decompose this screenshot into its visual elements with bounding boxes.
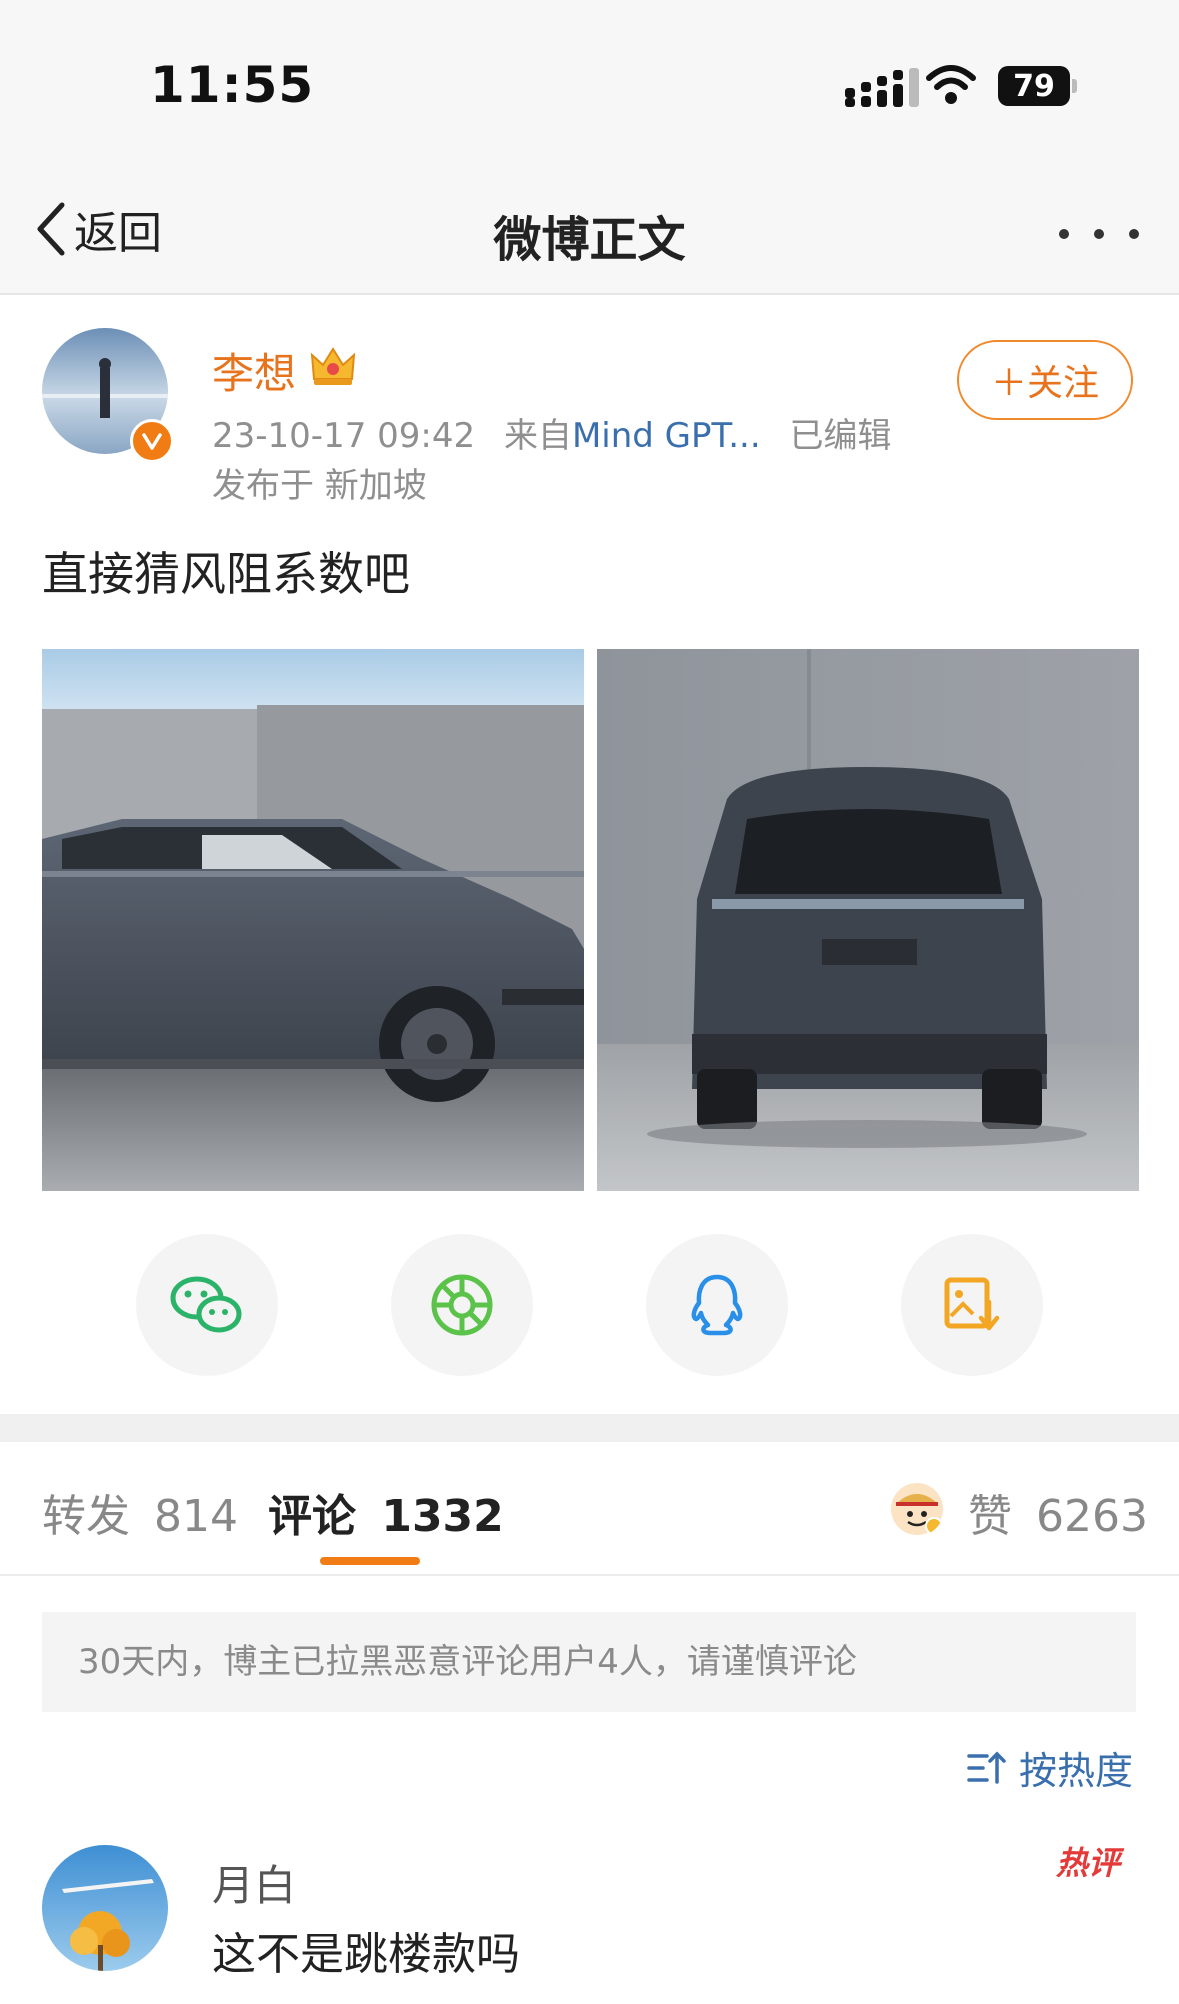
post-image-2[interactable] [597, 649, 1139, 1191]
sort-by-hot-button[interactable]: 按热度 [967, 1740, 1133, 1795]
post-meta: 23-10-17 09:42 来自Mind GPT... 已编辑 [212, 408, 891, 457]
share-wechat-button[interactable] [136, 1234, 278, 1376]
tab-repost[interactable]: 转发 814 [42, 1480, 238, 1544]
tab-likes-count: 6263 [1036, 1491, 1148, 1542]
post-text: 直接猜风阻系数吧 [42, 547, 410, 601]
battery-level: 79 [1013, 69, 1055, 104]
hot-comment-badge: 热评 [1056, 1844, 1121, 1882]
post-location: 发布于 新加坡 [212, 466, 427, 506]
tabs-divider [0, 1574, 1179, 1576]
tab-repost-count: 814 [154, 1491, 238, 1542]
more-dot-icon [1094, 229, 1104, 239]
status-bar: 11:55 79 [0, 0, 1179, 170]
tab-comments-count: 1332 [381, 1491, 504, 1542]
nav-bar: 返回 微博正文 [0, 170, 1179, 295]
share-moments-button[interactable] [391, 1234, 533, 1376]
post-date: 23-10-17 09:42 [212, 416, 476, 456]
tab-likes-label: 赞 [968, 1491, 1012, 1542]
source-prefix: 来自 [503, 416, 572, 456]
save-image-icon [944, 1277, 1000, 1331]
cellular-signal-icon [845, 68, 919, 107]
comment-notice: 30天内，博主已拉黑恶意评论用户4人，请谨慎评论 [42, 1612, 1136, 1712]
post-source-link[interactable]: Mind GPT... [572, 416, 761, 456]
wechat-icon [170, 1276, 242, 1333]
edited-label: 已编辑 [789, 416, 892, 456]
tab-likes[interactable]: 赞 6263 [968, 1480, 1148, 1544]
tab-comments-label: 评论 [268, 1491, 356, 1542]
commenter-avatar[interactable] [42, 1845, 168, 1971]
more-options-button[interactable] [1059, 214, 1139, 254]
tab-repost-label: 转发 [42, 1491, 130, 1542]
share-qq-button[interactable] [646, 1234, 788, 1376]
sort-icon [967, 1751, 1006, 1784]
sort-label: 按热度 [1018, 1749, 1133, 1793]
save-image-button[interactable] [901, 1234, 1043, 1376]
page-title: 微博正文 [493, 212, 686, 268]
battery-icon: 79 [998, 66, 1078, 108]
more-dot-icon [1059, 229, 1069, 239]
comment-text: 这不是跳楼款吗 [212, 1929, 520, 1980]
status-time: 11:55 [150, 56, 315, 114]
comment-author[interactable]: 月白 [212, 1852, 296, 1913]
section-divider [0, 1414, 1179, 1442]
more-dot-icon [1129, 229, 1139, 239]
crown-icon [310, 347, 356, 385]
moments-icon [431, 1274, 493, 1336]
active-tab-indicator [320, 1557, 420, 1565]
verified-badge-icon [130, 419, 174, 463]
qq-icon [691, 1274, 743, 1336]
liker-avatar [891, 1483, 943, 1535]
follow-button[interactable]: ＋关注 [957, 340, 1133, 420]
tab-comments[interactable]: 评论 1332 [268, 1480, 504, 1544]
post-image-1[interactable] [42, 649, 584, 1191]
author-name[interactable]: 李想 [212, 340, 296, 401]
wifi-icon [926, 65, 976, 104]
